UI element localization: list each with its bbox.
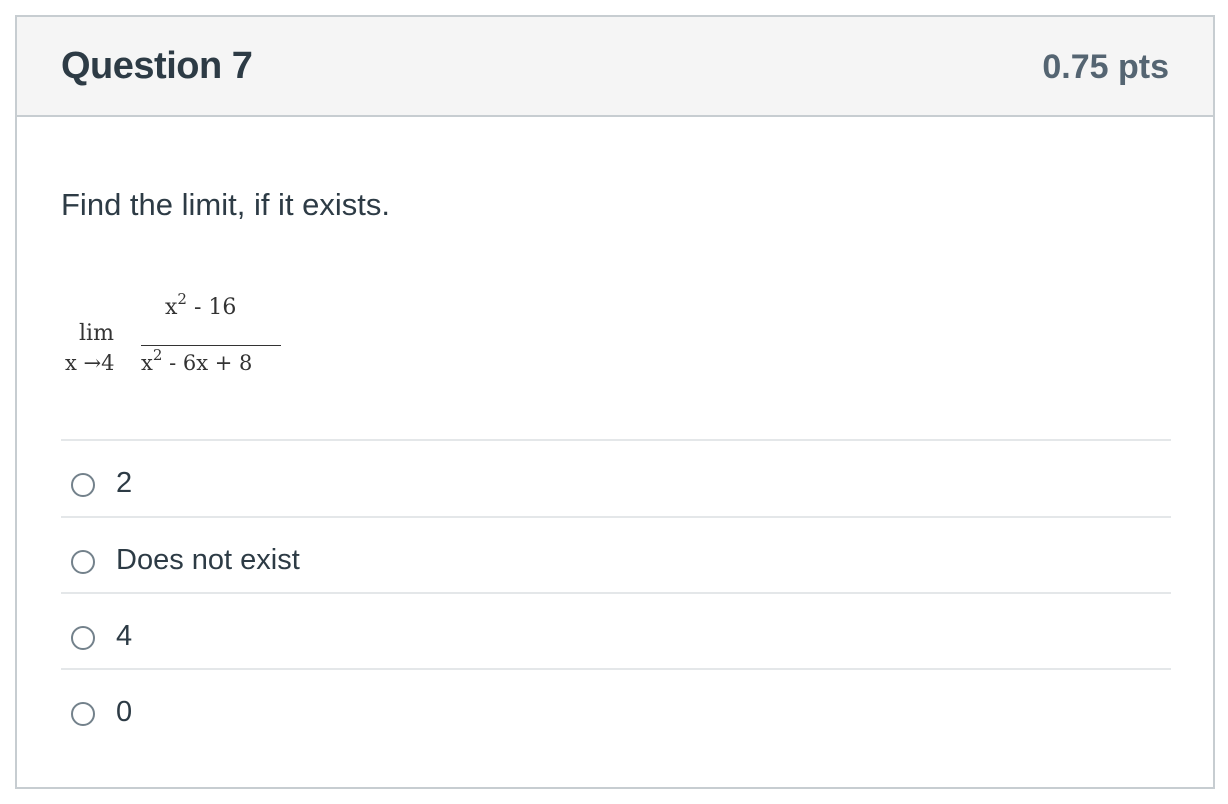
limit-numerator: x2 - 16 bbox=[165, 292, 237, 321]
denominator-exponent: 2 bbox=[152, 346, 163, 364]
answer-label[interactable]: 2 bbox=[116, 467, 132, 500]
denominator-rest: - 6x + 8 bbox=[162, 351, 253, 375]
answer-option[interactable]: 2 bbox=[61, 439, 1171, 516]
radio-button[interactable] bbox=[71, 473, 95, 497]
answer-label[interactable]: Does not exist bbox=[116, 544, 300, 577]
question-card: Question 7 0.75 pts Find the limit, if i… bbox=[15, 15, 1215, 789]
answer-label[interactable]: 4 bbox=[116, 620, 132, 653]
numerator-exponent: 2 bbox=[177, 290, 187, 308]
radio-button[interactable] bbox=[71, 702, 95, 726]
limit-operator: lim bbox=[79, 321, 114, 346]
answer-option[interactable]: 0 bbox=[61, 668, 1171, 744]
question-title: Question 7 bbox=[61, 45, 253, 87]
denominator-base: x bbox=[141, 351, 153, 375]
answer-option[interactable]: 4 bbox=[61, 592, 1171, 668]
question-prompt: Find the limit, if it exists. bbox=[61, 187, 391, 222]
radio-button[interactable] bbox=[71, 550, 95, 574]
question-points: 0.75 pts bbox=[1042, 48, 1169, 86]
limit-denominator: x2 - 6x + 8 bbox=[141, 348, 253, 376]
answer-list: 2 Does not exist 4 0 bbox=[61, 439, 1171, 744]
question-header: Question 7 0.75 pts bbox=[17, 17, 1213, 117]
limit-expression: lim x →4 x2 - 16 x2 - 6x + 8 bbox=[61, 287, 301, 397]
numerator-rest: - 16 bbox=[186, 295, 237, 320]
numerator-base: x bbox=[165, 295, 178, 320]
limit-approach: x →4 bbox=[65, 351, 115, 375]
radio-button[interactable] bbox=[71, 626, 95, 650]
answer-label[interactable]: 0 bbox=[116, 696, 132, 729]
answer-option[interactable]: Does not exist bbox=[61, 516, 1171, 592]
